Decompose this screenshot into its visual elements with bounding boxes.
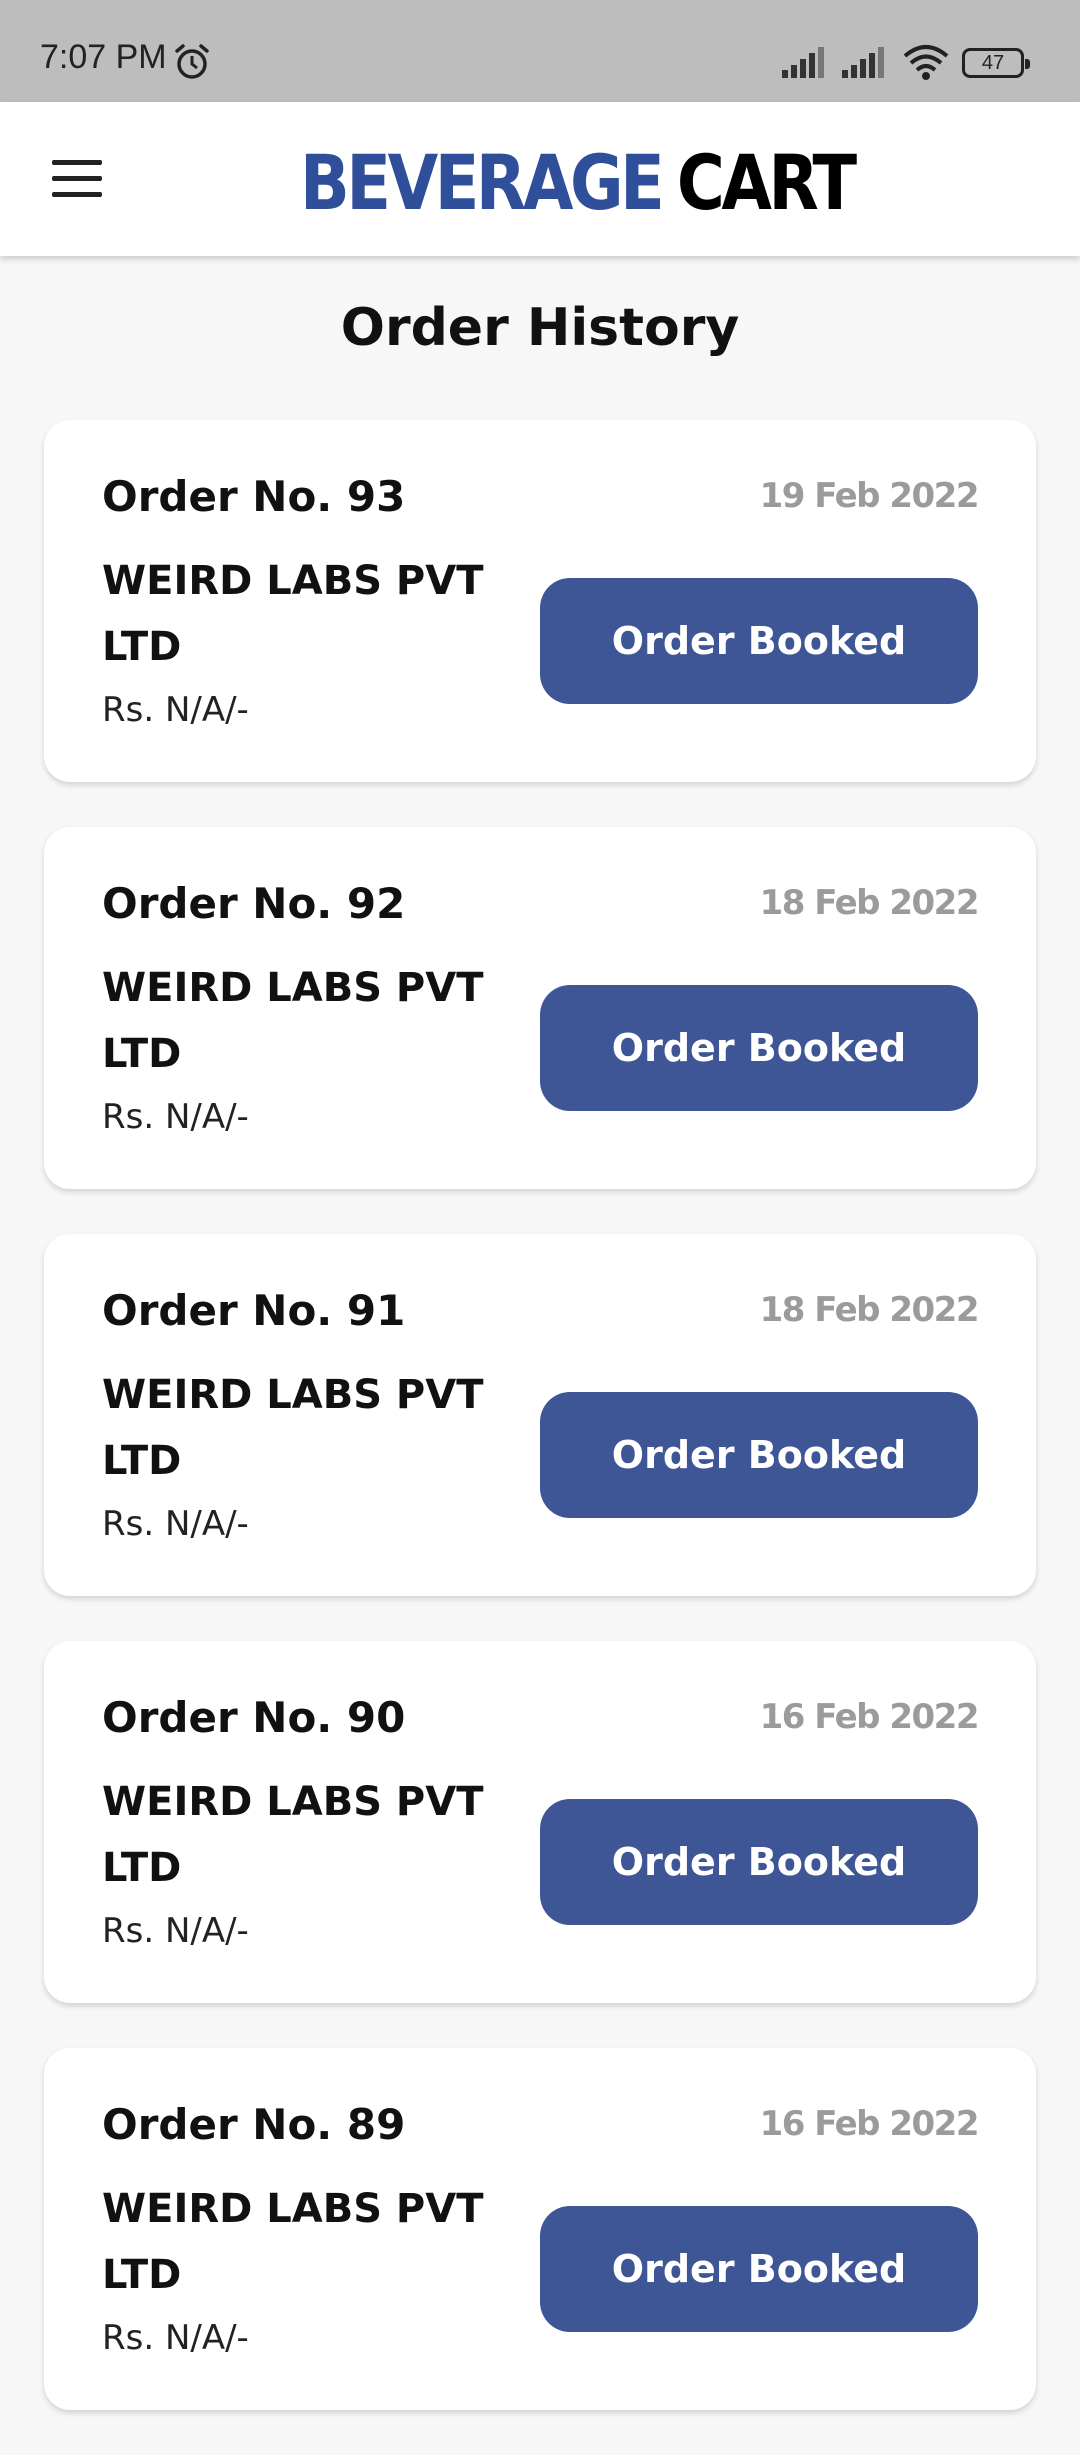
- signal-icon: [782, 47, 824, 78]
- signal-icon: [842, 47, 884, 78]
- logo-word-beverage: BEVERAGE: [300, 137, 665, 227]
- page-title: Order History: [340, 298, 740, 358]
- order-number: Order No. 89: [102, 2100, 406, 2149]
- order-date: 18 Feb 2022: [759, 1290, 980, 1330]
- order-price: Rs. N/A/-: [102, 2318, 249, 2358]
- orders-list: Order No. 93 19 Feb 2022 WEIRD LABS PVT …: [44, 420, 1036, 2455]
- battery-level: 47: [981, 52, 1005, 74]
- battery-nub: [1025, 59, 1030, 69]
- order-status-button[interactable]: Order Booked: [540, 985, 978, 1111]
- menu-line: [52, 160, 102, 165]
- order-date: 19 Feb 2022: [759, 476, 980, 516]
- menu-line: [52, 192, 102, 197]
- logo-word-cart: CART: [676, 137, 857, 227]
- order-status-button[interactable]: Order Booked: [540, 2206, 978, 2332]
- status-bar: 7:07 PM 47: [0, 0, 1080, 102]
- order-company: WEIRD LABS PVT LTD: [102, 2186, 484, 2298]
- order-card[interactable]: Order No. 92 18 Feb 2022 WEIRD LABS PVT …: [44, 827, 1036, 1189]
- order-card[interactable]: Order No. 89 16 Feb 2022 WEIRD LABS PVT …: [44, 2048, 1036, 2410]
- order-company: WEIRD LABS PVT LTD: [102, 558, 484, 670]
- hamburger-menu-icon[interactable]: [40, 152, 112, 208]
- menu-line: [52, 176, 102, 181]
- app-bar: BEVERAGE CART: [0, 102, 1080, 256]
- order-number: Order No. 91: [102, 1286, 406, 1335]
- battery-icon: 47: [962, 48, 1030, 78]
- order-date: 16 Feb 2022: [759, 1697, 980, 1737]
- order-number: Order No. 92: [102, 879, 406, 928]
- order-status-button[interactable]: Order Booked: [540, 1392, 978, 1518]
- order-card[interactable]: Order No. 90 16 Feb 2022 WEIRD LABS PVT …: [44, 1641, 1036, 2003]
- order-status-button[interactable]: Order Booked: [540, 1799, 978, 1925]
- order-number: Order No. 90: [102, 1693, 406, 1742]
- wifi-icon: [903, 45, 949, 80]
- order-card[interactable]: Order No. 93 19 Feb 2022 WEIRD LABS PVT …: [44, 420, 1036, 782]
- order-price: Rs. N/A/-: [102, 1911, 249, 1951]
- order-number: Order No. 93: [102, 472, 406, 521]
- order-date: 18 Feb 2022: [759, 883, 980, 923]
- order-price: Rs. N/A/-: [102, 1504, 249, 1544]
- order-card[interactable]: Order No. 91 18 Feb 2022 WEIRD LABS PVT …: [44, 1234, 1036, 1596]
- app-logo: BEVERAGE CART: [300, 132, 857, 232]
- order-company: WEIRD LABS PVT LTD: [102, 1779, 484, 1891]
- order-date: 16 Feb 2022: [759, 2104, 980, 2144]
- order-status-button[interactable]: Order Booked: [540, 578, 978, 704]
- order-price: Rs. N/A/-: [102, 690, 249, 730]
- alarm-icon: [175, 44, 209, 79]
- order-company: WEIRD LABS PVT LTD: [102, 1372, 484, 1484]
- status-time: 7:07 PM: [40, 38, 167, 76]
- order-price: Rs. N/A/-: [102, 1097, 249, 1137]
- order-company: WEIRD LABS PVT LTD: [102, 965, 484, 1077]
